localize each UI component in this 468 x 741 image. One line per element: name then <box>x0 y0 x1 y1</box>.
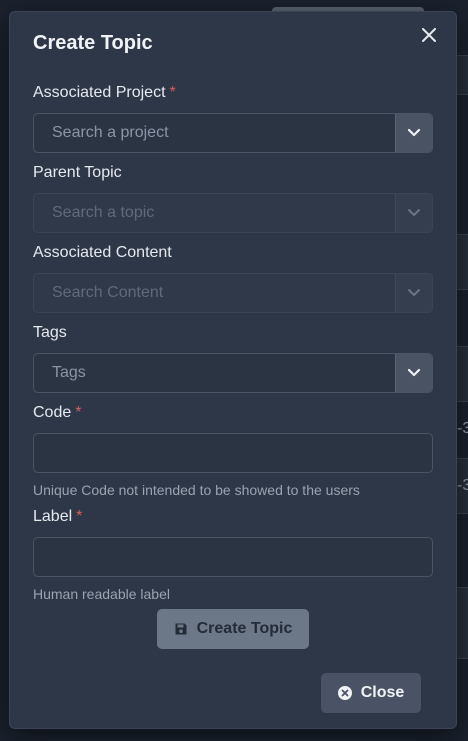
close-icon <box>422 27 436 47</box>
background-row <box>456 587 468 659</box>
associated-content-select[interactable]: Search Content <box>33 273 433 313</box>
associated-content-label: Associated Content <box>33 244 172 261</box>
close-button-label: Close <box>360 684 405 701</box>
background-text: -3 <box>457 477 468 494</box>
background-text: -3 <box>457 420 468 437</box>
associated-project-dropdown-toggle[interactable] <box>395 114 432 152</box>
code-label: Code * <box>33 404 81 422</box>
parent-topic-placeholder: Search a topic <box>52 204 155 221</box>
create-topic-button-label: Create Topic <box>196 620 293 637</box>
required-marker: * <box>169 84 176 101</box>
close-circle-icon <box>337 686 352 700</box>
tags-dropdown-toggle[interactable] <box>395 354 432 392</box>
close-modal-button[interactable] <box>418 26 440 48</box>
label-label: Label * <box>33 508 82 526</box>
associated-content-dropdown-toggle[interactable] <box>395 274 432 312</box>
chevron-down-icon <box>407 364 421 382</box>
parent-topic-dropdown-toggle[interactable] <box>395 194 432 232</box>
close-button[interactable]: Close <box>321 673 421 713</box>
background-row <box>456 346 468 402</box>
code-help-text: Unique Code not intended to be showed to… <box>33 482 360 498</box>
associated-project-label: Associated Project * <box>33 84 176 102</box>
tags-placeholder: Tags <box>52 364 86 381</box>
label-help-text: Human readable label <box>33 586 170 602</box>
save-icon <box>174 622 188 636</box>
chevron-down-icon <box>407 284 421 302</box>
background-row <box>456 55 468 95</box>
chevron-down-icon <box>407 204 421 222</box>
parent-topic-select[interactable]: Search a topic <box>33 193 433 233</box>
background-row <box>456 234 468 290</box>
modal-title: Create Topic <box>33 32 153 54</box>
associated-project-label-text: Associated Project <box>33 84 166 101</box>
create-topic-modal: Create Topic Associated Project * Search … <box>9 11 457 729</box>
code-input[interactable] <box>33 433 433 473</box>
associated-project-select[interactable]: Search a project <box>33 113 433 153</box>
required-marker: * <box>75 404 82 421</box>
create-topic-button[interactable]: Create Topic <box>157 609 309 649</box>
parent-topic-label: Parent Topic <box>33 164 122 181</box>
label-input[interactable] <box>33 537 433 577</box>
associated-project-placeholder: Search a project <box>52 124 169 141</box>
label-label-text: Label <box>33 508 73 525</box>
code-label-text: Code <box>33 404 72 421</box>
associated-content-placeholder: Search Content <box>52 284 164 301</box>
chevron-down-icon <box>407 124 421 142</box>
required-marker: * <box>76 508 83 525</box>
tags-select[interactable]: Tags <box>33 353 433 393</box>
tags-label: Tags <box>33 324 67 341</box>
